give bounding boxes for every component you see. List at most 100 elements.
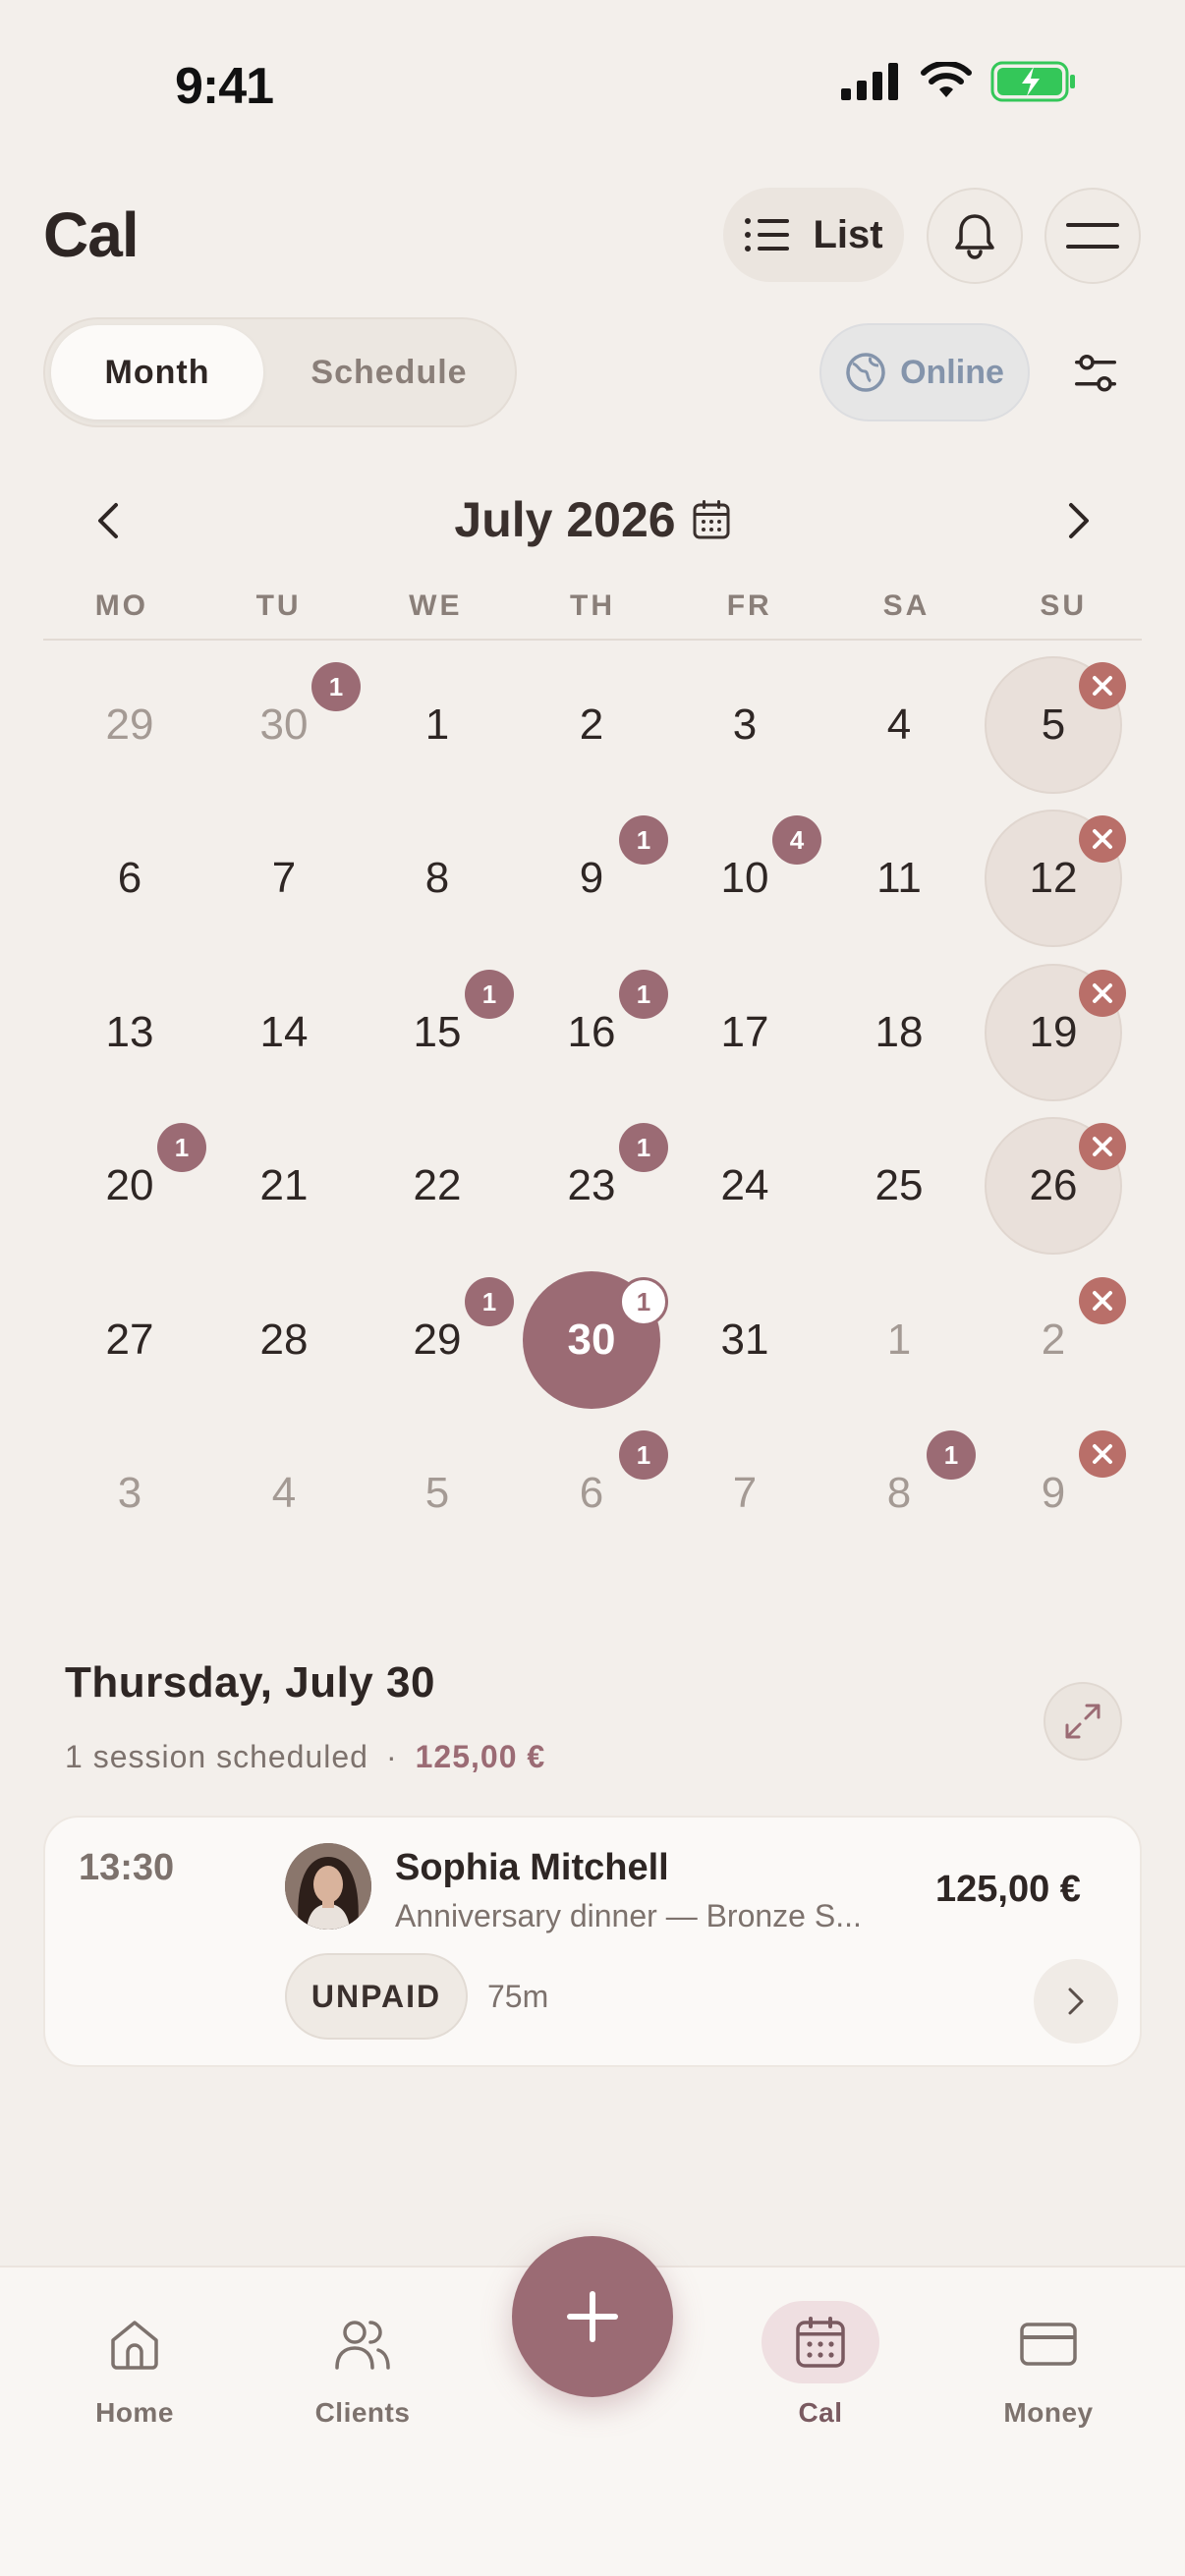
calendar-day[interactable]: 5 (361, 1417, 514, 1570)
home-icon (111, 2321, 158, 2370)
calendar-day[interactable]: 2 (515, 648, 668, 802)
session-count: 1 session scheduled (65, 1739, 368, 1774)
calendar-day[interactable]: 4 (822, 648, 976, 802)
day-closed-icon (1079, 815, 1126, 863)
tab-clients-label: Clients (314, 2397, 411, 2428)
calendar-day-today[interactable]: 30 1 (515, 1263, 668, 1417)
calendar-day[interactable]: 31 (668, 1263, 821, 1417)
day-number: 13 (105, 1008, 154, 1056)
calendar-day[interactable]: 14 (207, 956, 361, 1109)
day-number: 11 (876, 854, 922, 902)
calendar-day[interactable]: 8 (361, 802, 514, 955)
day-number: 17 (720, 1008, 769, 1056)
day-closed-icon (1079, 970, 1126, 1017)
expand-icon (1065, 1704, 1100, 1739)
calendar-day[interactable]: 20 1 (53, 1109, 206, 1262)
calendar-day[interactable]: 6 (53, 802, 206, 955)
calendar-day[interactable]: 29 (53, 648, 206, 802)
session-count-badge: 1 (311, 662, 361, 711)
day-number: 5 (424, 1469, 450, 1517)
calendar-day[interactable]: 23 1 (515, 1109, 668, 1262)
calendar-day[interactable]: 28 (207, 1263, 361, 1417)
calendar-grid: 29 30 1 1 2 3 4 5 6 7 8 9 1 10 4 11 12 13 14 15 1 16 1 17 18 19 20… (0, 0, 1185, 1572)
session-count-badge: 1 (619, 1277, 668, 1326)
calendar-day[interactable]: 13 (53, 956, 206, 1109)
calendar-day[interactable]: 17 (668, 956, 821, 1109)
day-number: 8 (424, 854, 450, 902)
calendar-day[interactable]: 15 1 (361, 956, 514, 1109)
tab-money[interactable]: Money (960, 2305, 1137, 2429)
calendar-day[interactable]: 11 (822, 802, 976, 955)
session-count-badge: 1 (927, 1430, 976, 1480)
calendar-day[interactable]: 1 (822, 1263, 976, 1417)
calendar-day[interactable]: 3 (668, 648, 821, 802)
day-total-amount: 125,00 € (415, 1739, 546, 1774)
calendar-day[interactable]: 21 (207, 1109, 361, 1262)
tab-cal[interactable]: Cal (732, 2301, 909, 2429)
tab-money-label: Money (1003, 2397, 1094, 2428)
calendar-day[interactable]: 7 (668, 1417, 821, 1570)
calendar-day[interactable]: 25 (822, 1109, 976, 1262)
calendar-day[interactable]: 3 (53, 1417, 206, 1570)
session-open-button[interactable] (1034, 1959, 1118, 2044)
calendar-day[interactable]: 4 (207, 1417, 361, 1570)
calendar-day[interactable]: 12 (977, 802, 1130, 955)
day-closed-icon (1079, 1123, 1126, 1170)
calendar-day[interactable]: 10 4 (668, 802, 821, 955)
calendar-day[interactable]: 18 (822, 956, 976, 1109)
add-button[interactable] (512, 2236, 673, 2397)
calendar-day[interactable]: 91 (515, 802, 668, 955)
session-time: 13:30 (79, 1847, 175, 1888)
tab-home[interactable]: Home (46, 2305, 223, 2429)
calendar-day[interactable]: 81 (822, 1417, 976, 1570)
session-description: Anniversary dinner — Bronze S... (395, 1898, 862, 1933)
day-number: 7 (732, 1469, 758, 1517)
calendar-day[interactable]: 27 (53, 1263, 206, 1417)
day-number: 21 (259, 1161, 309, 1209)
day-closed-icon (1079, 1430, 1126, 1478)
day-number: 22 (413, 1161, 462, 1209)
calendar-icon (796, 2317, 845, 2368)
calendar-day[interactable]: 30 1 (207, 648, 361, 802)
calendar-day[interactable]: 61 (515, 1417, 668, 1570)
session-count-badge: 1 (619, 1430, 668, 1480)
calendar-day[interactable]: 7 (207, 802, 361, 955)
tab-clients[interactable]: Clients (274, 2305, 451, 2429)
calendar-day[interactable]: 22 (361, 1109, 514, 1262)
day-number: 25 (875, 1161, 924, 1209)
session-count-badge: 1 (619, 815, 668, 865)
calendar-day[interactable]: 9 (977, 1417, 1130, 1570)
calendar-day[interactable]: 29 1 (361, 1263, 514, 1417)
selected-day-summary: 1 session scheduled · 125,00 € (65, 1739, 545, 1775)
credit-card-icon (1020, 2323, 1077, 2366)
day-number: 27 (105, 1316, 154, 1364)
day-number: 6 (117, 854, 142, 902)
selected-day-title: Thursday, July 30 (65, 1658, 435, 1707)
plus-icon (567, 2291, 618, 2342)
day-number: 14 (259, 1008, 309, 1056)
payment-status-badge[interactable]: UNPAID (285, 1953, 468, 2040)
session-price: 125,00 € (935, 1869, 1081, 1910)
calendar-day[interactable]: 2 (977, 1263, 1130, 1417)
session-count-badge: 4 (772, 815, 821, 865)
day-number: 28 (259, 1316, 309, 1364)
summary-separator: · (385, 1739, 398, 1774)
session-count-badge: 1 (465, 1277, 514, 1326)
day-number: 24 (720, 1161, 769, 1209)
day-number: 3 (117, 1469, 142, 1517)
day-closed-icon (1079, 1277, 1126, 1324)
calendar-day[interactable]: 5 (977, 648, 1130, 802)
calendar-day[interactable]: 19 (977, 956, 1130, 1109)
session-count-badge: 1 (465, 970, 514, 1019)
calendar-day[interactable]: 1 (361, 648, 514, 802)
day-closed-icon (1079, 662, 1126, 709)
day-number: 1 (886, 1316, 912, 1364)
session-count-badge: 1 (619, 1123, 668, 1172)
expand-button[interactable] (1044, 1682, 1122, 1761)
day-number: 2 (579, 700, 604, 749)
calendar-day[interactable]: 26 (977, 1109, 1130, 1262)
session-count-badge: 1 (157, 1123, 206, 1172)
client-avatar (285, 1843, 371, 1930)
calendar-day[interactable]: 16 1 (515, 956, 668, 1109)
calendar-day[interactable]: 24 (668, 1109, 821, 1262)
